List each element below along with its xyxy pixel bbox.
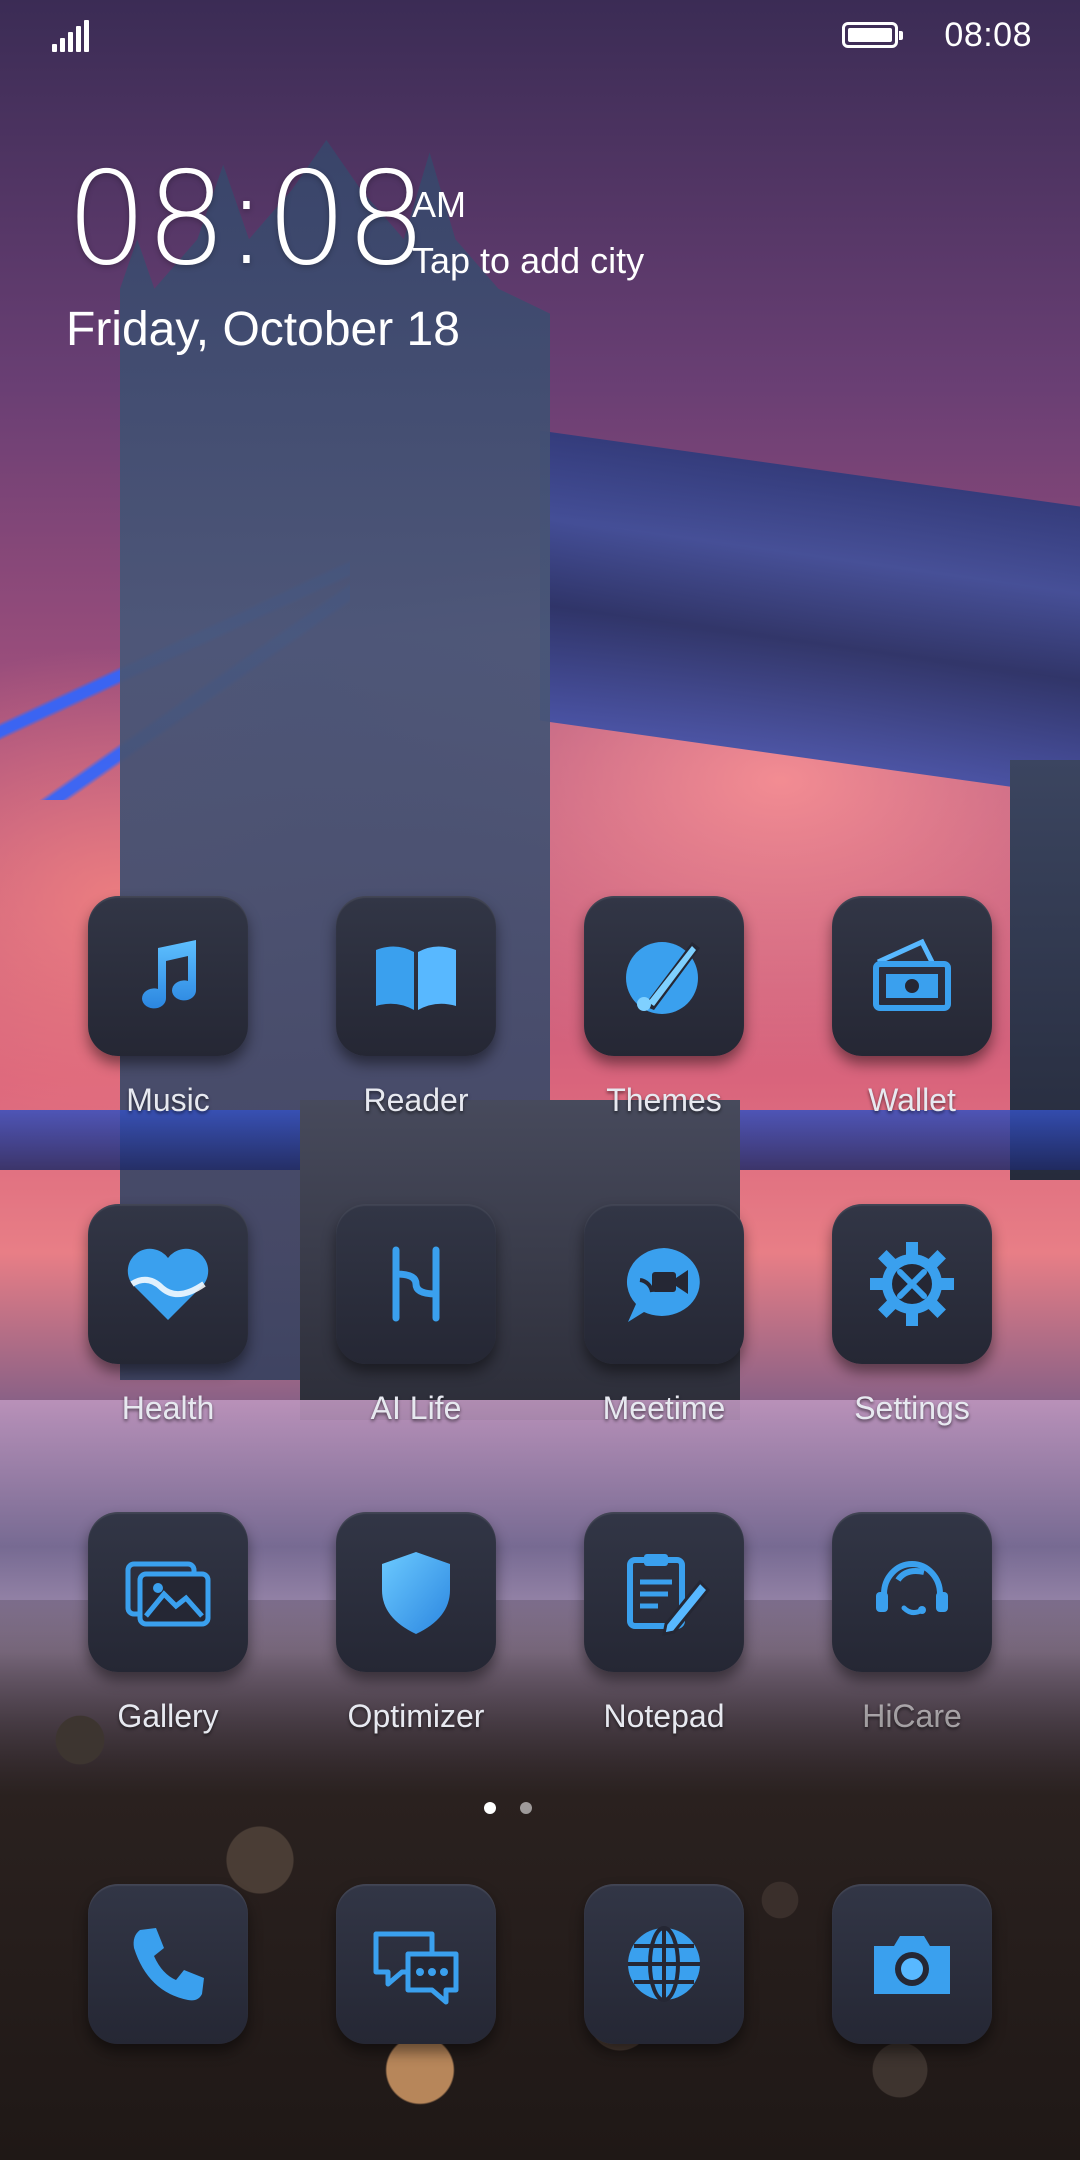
- shield-icon: [382, 1552, 450, 1634]
- app-label: AI Life: [370, 1390, 462, 1426]
- app-label: Gallery: [117, 1698, 219, 1734]
- optimizer-tile[interactable]: [336, 1512, 496, 1672]
- gallery-tile[interactable]: [88, 1512, 248, 1672]
- app-reader[interactable]: Reader: [302, 896, 502, 1146]
- wallet-tile[interactable]: [832, 896, 992, 1056]
- page-indicator[interactable]: [484, 1802, 544, 1818]
- clock-time[interactable]: 08:08: [66, 150, 427, 290]
- messages-icon: [373, 1931, 459, 2005]
- signal-bars-icon: [52, 20, 92, 52]
- ai-life-icon: [392, 1246, 440, 1322]
- app-label: Notepad: [603, 1698, 725, 1734]
- page-dot[interactable]: [520, 1802, 532, 1814]
- app-health[interactable]: Health: [54, 1204, 254, 1454]
- app-notepad[interactable]: Notepad: [550, 1512, 750, 1762]
- phone-icon: [133, 1928, 204, 2001]
- app-label: Health: [121, 1390, 215, 1426]
- battery-full-icon: [842, 22, 903, 48]
- clock-ampm: AM: [412, 184, 466, 225]
- photo-gallery-icon: [125, 1561, 211, 1627]
- app-music[interactable]: Music: [54, 896, 254, 1146]
- add-city-link[interactable]: Tap to add city: [412, 240, 644, 282]
- app-label: Meetime: [602, 1390, 726, 1426]
- dock-browser[interactable]: [550, 1884, 750, 2134]
- health-tile[interactable]: [88, 1204, 248, 1364]
- ai-life-tile[interactable]: [336, 1204, 496, 1364]
- app-hicare[interactable]: HiCare: [798, 1512, 998, 1762]
- app-optimizer[interactable]: Optimizer: [302, 1512, 502, 1762]
- camera-icon: [874, 1936, 950, 1994]
- dock-camera[interactable]: [798, 1884, 998, 2134]
- clock-widget[interactable]: 08:08 AM Tap to add city Friday, October…: [66, 150, 786, 370]
- gear-tools-icon: [870, 1242, 954, 1326]
- app-label: Themes: [606, 1082, 722, 1118]
- status-time: 08:08: [944, 16, 1032, 54]
- notepad-tile[interactable]: [584, 1512, 744, 1672]
- app-label: Wallet: [868, 1082, 956, 1118]
- phone-tile[interactable]: [88, 1884, 248, 2044]
- browser-globe-icon: [628, 1926, 700, 2002]
- app-ai-life[interactable]: AI Life: [302, 1204, 502, 1454]
- app-label: Music: [126, 1082, 210, 1118]
- headset-support-icon: [876, 1561, 948, 1616]
- app-label: Settings: [854, 1390, 970, 1426]
- themes-tile[interactable]: [584, 896, 744, 1056]
- wallet-cash-icon: [873, 938, 951, 1011]
- heart-icon: [127, 1248, 209, 1320]
- app-gallery[interactable]: Gallery: [54, 1512, 254, 1762]
- clock-date[interactable]: Friday, October 18: [66, 302, 460, 357]
- meetime-tile[interactable]: [584, 1204, 744, 1364]
- app-label: HiCare: [862, 1698, 962, 1734]
- hicare-tile[interactable]: [832, 1512, 992, 1672]
- open-book-icon: [376, 946, 456, 1010]
- settings-tile[interactable]: [832, 1204, 992, 1364]
- reader-tile[interactable]: [336, 896, 496, 1056]
- music-tile[interactable]: [88, 896, 248, 1056]
- app-label: Reader: [363, 1082, 469, 1118]
- messages-tile[interactable]: [336, 1884, 496, 2044]
- video-chat-icon: [626, 1248, 700, 1322]
- app-label: Optimizer: [347, 1698, 485, 1734]
- dock-messages[interactable]: [302, 1884, 502, 2134]
- browser-tile[interactable]: [584, 1884, 744, 2044]
- dock-phone[interactable]: [54, 1884, 254, 2134]
- music-note-icon: [142, 940, 197, 1009]
- status-bar: 08:08: [0, 0, 1080, 72]
- app-themes[interactable]: Themes: [550, 896, 750, 1146]
- app-settings[interactable]: Settings: [798, 1204, 998, 1454]
- camera-tile[interactable]: [832, 1884, 992, 2044]
- clipboard-pencil-icon: [627, 1554, 711, 1636]
- app-meetime[interactable]: Meetime: [550, 1204, 750, 1454]
- app-wallet[interactable]: Wallet: [798, 896, 998, 1146]
- brush-palette-icon: [626, 942, 700, 1014]
- page-dot-active[interactable]: [484, 1802, 496, 1814]
